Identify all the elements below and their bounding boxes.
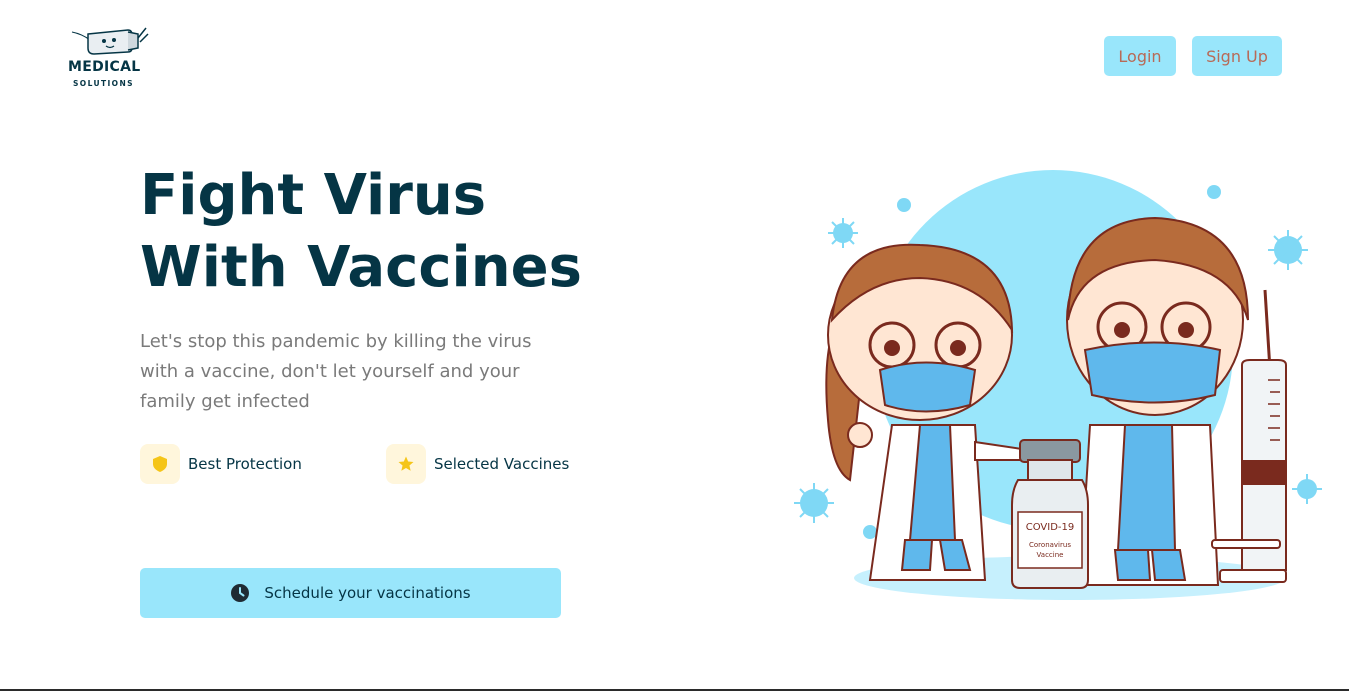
doctors-vaccine-illustration: COVID-19 Coronavirus Vaccine <box>780 160 1340 610</box>
login-button[interactable]: Login <box>1104 36 1176 76</box>
schedule-button-label: Schedule your vaccinations <box>264 584 471 602</box>
clock-icon <box>230 583 250 603</box>
feature-selected-vaccines: Selected Vaccines <box>386 444 569 484</box>
star-icon <box>386 444 426 484</box>
hero-title: Fight Virus With Vaccines <box>140 160 660 304</box>
feature-label: Selected Vaccines <box>434 455 570 473</box>
hero-title-line: With Vaccines <box>140 235 582 300</box>
syringe-mascot-icon <box>71 27 149 55</box>
shield-icon <box>140 444 180 484</box>
brand-logo[interactable]: MEDICAL SOLUTIONS <box>64 24 154 92</box>
brand-name: MEDICAL <box>68 59 141 75</box>
hero-description-line: with a vaccine, don't let yourself and y… <box>140 361 520 382</box>
feature-label: Best Protection <box>188 455 302 473</box>
bottle-label-title: COVID-19 <box>1026 522 1075 533</box>
hero-title-line: Fight Virus <box>140 163 487 228</box>
hero-description-line: family get infected <box>140 391 310 412</box>
hero-description: Let's stop this pandemic by killing the … <box>140 327 540 417</box>
schedule-vaccination-button[interactable]: Schedule your vaccinations <box>140 568 561 618</box>
feature-best-protection: Best Protection <box>140 444 302 484</box>
brand-tagline: SOLUTIONS <box>73 79 134 88</box>
bottle-label-line: Coronavirus <box>1029 541 1071 549</box>
bottle-label-line: Vaccine <box>1037 551 1064 559</box>
hero-description-line: Let's stop this pandemic by killing the … <box>140 331 532 352</box>
signup-button[interactable]: Sign Up <box>1192 36 1282 76</box>
